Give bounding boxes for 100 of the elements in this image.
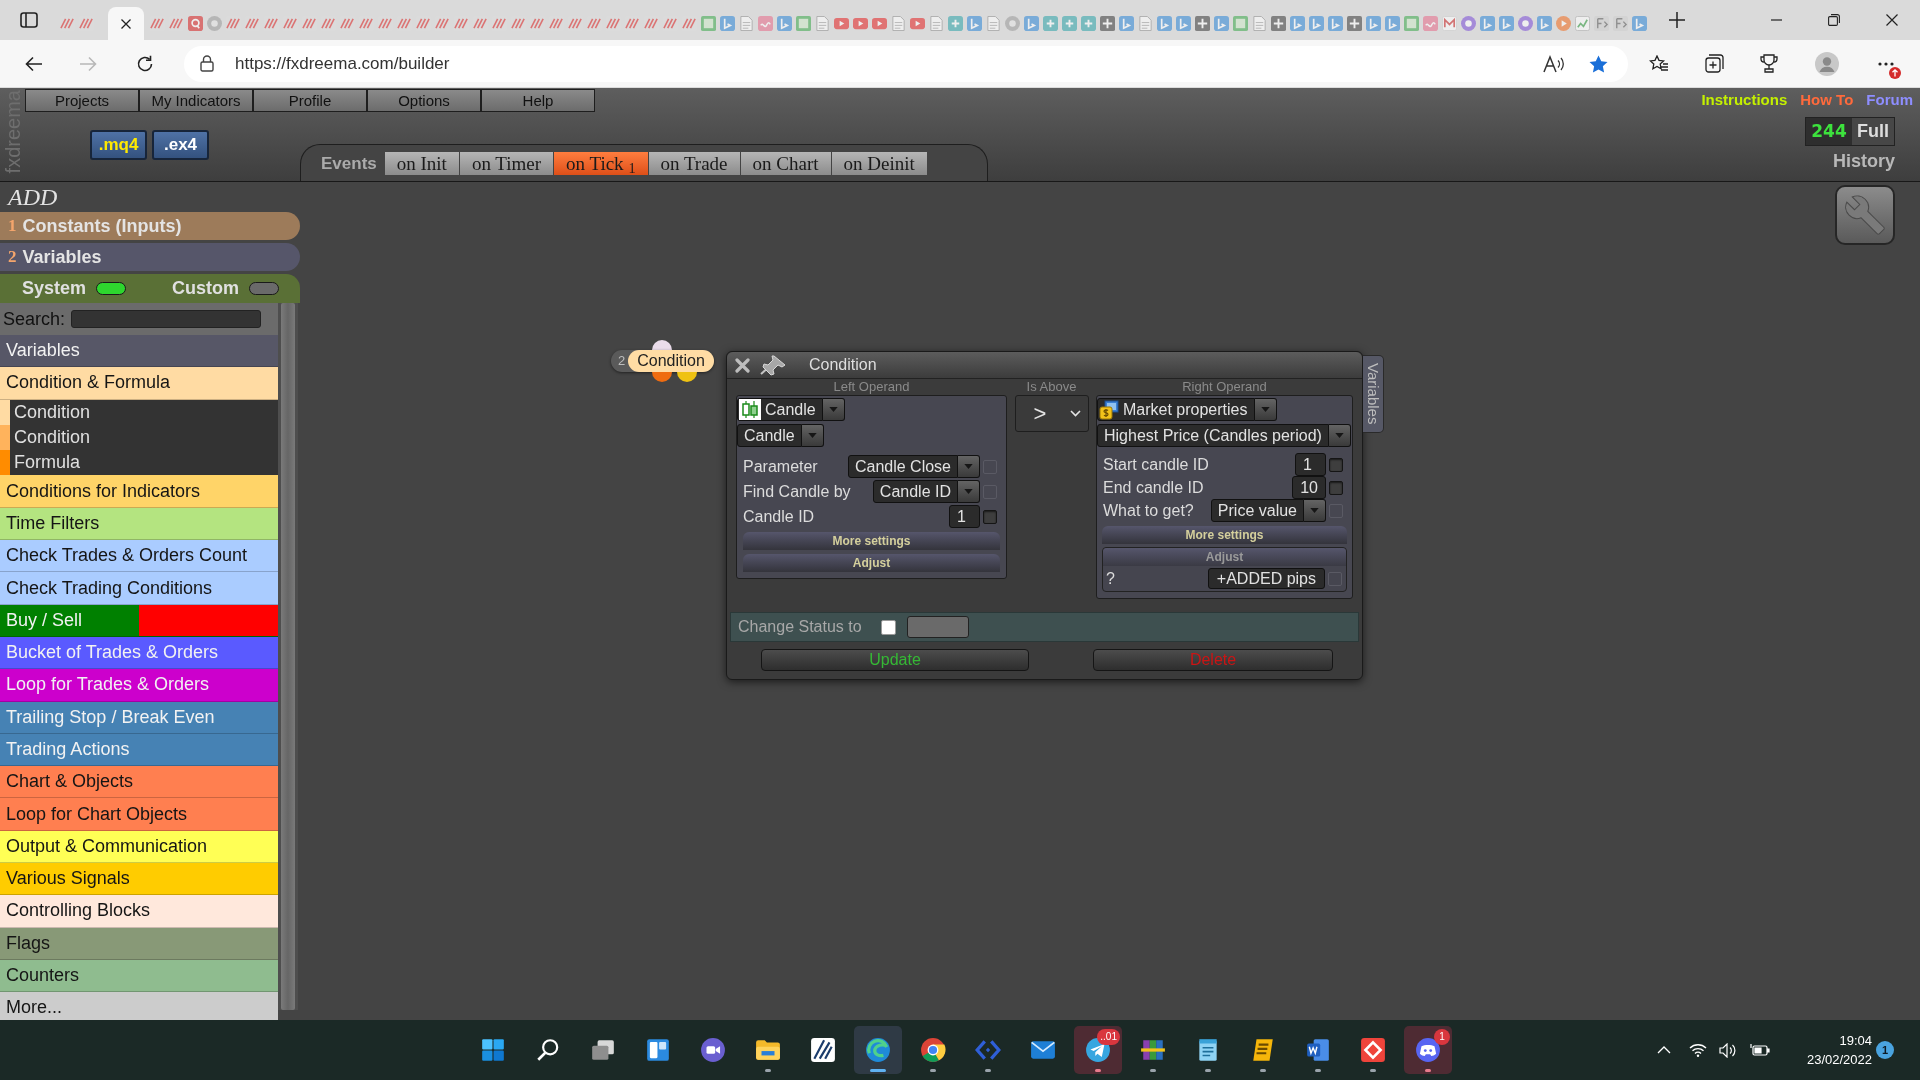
number-field[interactable]: 1 (1295, 453, 1326, 476)
checkbox[interactable] (1329, 457, 1343, 472)
update-button[interactable]: Update (761, 649, 1029, 671)
section-button[interactable]: 2 Variables (0, 243, 300, 271)
close-icon[interactable] (121, 18, 131, 29)
collections-icon (1704, 54, 1724, 73)
event-tab[interactable]: on Timer (459, 152, 555, 175)
dropdown[interactable]: Candle (737, 398, 823, 421)
sidebar-category[interactable]: Output & Communication (0, 830, 278, 864)
wifi-icon[interactable] (1688, 1043, 1707, 1057)
event-tab[interactable]: on Trade (648, 152, 741, 175)
pin-icon[interactable] (759, 354, 787, 376)
menu-button[interactable]: My Indicators (139, 89, 253, 112)
clock-date[interactable]: 23/02/2022 (1806, 1050, 1872, 1069)
read-aloud-icon[interactable] (1543, 54, 1565, 73)
sidebar-category[interactable]: More... (0, 992, 278, 1020)
field-label: End candle ID (1103, 477, 1205, 498)
folder-icon (755, 1037, 781, 1063)
sidebar-category[interactable]: Bucket of Trades & Orders (0, 636, 278, 670)
sidebar-item[interactable]: Formula (0, 450, 278, 476)
site-favicon-icon (454, 16, 469, 31)
checkbox[interactable] (1329, 480, 1343, 495)
dropdown-arrow-button[interactable] (1304, 499, 1326, 522)
menu-button[interactable]: Projects (25, 89, 139, 112)
menu-button[interactable]: Options (367, 89, 481, 112)
toggle-switch[interactable] (96, 282, 127, 295)
sidebar-category[interactable]: Conditions for Indicators (0, 475, 278, 508)
sidebar-category[interactable]: Loop for Chart Objects (0, 798, 278, 831)
number-field[interactable]: 1 (949, 505, 980, 528)
toggle-switch[interactable] (249, 282, 280, 295)
menu-button[interactable]: Profile (253, 89, 367, 112)
dropdown-arrow-button[interactable] (1254, 398, 1277, 421)
block-number: 2 (617, 352, 627, 371)
notification-count[interactable]: 1 (1876, 1041, 1894, 1059)
dropdown[interactable]: Highest Price (Candles period) (1097, 424, 1329, 447)
value-field[interactable]: +ADDED pips (1207, 568, 1325, 589)
dropdown[interactable]: Market properties (1097, 398, 1255, 421)
close-button[interactable] (733, 356, 751, 374)
flow-block[interactable]: 2 Condition (611, 350, 714, 372)
clock-time[interactable]: 19:04 (1839, 1031, 1872, 1050)
status-field[interactable] (907, 616, 969, 638)
checkbox[interactable] (983, 509, 997, 524)
more-dots-icon (1878, 61, 1894, 66)
taskbar-app[interactable]: ..01 (1074, 1026, 1122, 1074)
sidebar-category[interactable]: Trailing Stop / Break Even (0, 701, 278, 734)
settings-button[interactable] (1835, 185, 1895, 245)
sidebar-category[interactable]: Check Trading Conditions (0, 572, 278, 605)
sidebar-category[interactable]: Loop for Trades & Orders (0, 669, 278, 702)
search-field[interactable] (71, 310, 262, 328)
side-tab[interactable]: Variables (1363, 355, 1384, 433)
dropdown-arrow-button[interactable] (958, 455, 980, 478)
sidebar-category[interactable]: Various Signals (0, 863, 278, 896)
volume-icon[interactable] (1718, 1042, 1737, 1058)
counter-label[interactable]: Full (1852, 118, 1894, 145)
sidebar-category[interactable]: Controlling Blocks (0, 895, 278, 928)
header-link[interactable]: Instructions (1701, 88, 1788, 112)
taskbar-app[interactable] (854, 1026, 902, 1074)
dropdown[interactable]: Candle (737, 424, 802, 447)
tab-actions-icon[interactable] (20, 12, 38, 28)
more-settings-button[interactable]: More settings (743, 532, 1000, 550)
sidebar-category[interactable]: Trading Actions (0, 733, 278, 767)
sidebar-category[interactable]: Time Filters (0, 507, 278, 541)
dropdown-arrow-button[interactable] (958, 480, 980, 503)
taskbar-app[interactable]: 1 (1404, 1026, 1452, 1074)
dropdown[interactable]: Price value (1210, 499, 1304, 522)
event-tab[interactable]: on Chart (740, 152, 832, 175)
sidebar-category[interactable]: Check Trades & Orders Count (0, 540, 278, 573)
menu-button[interactable]: Help (481, 89, 595, 112)
history-link[interactable]: History (1833, 150, 1895, 172)
address-bar[interactable]: https://fxdreema.com/builder (184, 45, 1628, 82)
event-tab[interactable]: on Init (384, 152, 460, 175)
sidebar-item[interactable]: Condition (0, 399, 278, 425)
sidebar-category[interactable]: Flags (0, 927, 278, 960)
dropdown-arrow-button[interactable] (822, 398, 845, 421)
notification-badge: ..01 (1097, 1029, 1120, 1045)
dropdown[interactable]: Candle ID (872, 480, 958, 503)
more-settings-button[interactable]: More settings (1102, 526, 1347, 544)
sidebar-category[interactable]: Buy / Sell (0, 604, 278, 637)
chevron-up-icon[interactable] (1656, 1046, 1671, 1054)
sidebar-category[interactable]: Chart & Objects (0, 766, 278, 799)
number-field[interactable]: 10 (1292, 476, 1326, 499)
export-button[interactable]: .mq4 (90, 130, 147, 160)
counter-value: 244 (1806, 118, 1852, 145)
event-tab[interactable]: on Tick $_{1}$ (554, 152, 649, 175)
battery-charging-icon[interactable] (1749, 1043, 1770, 1057)
operator-dropdown[interactable]: > (1014, 395, 1089, 432)
dropdown[interactable]: Candle Close (847, 455, 958, 478)
adjust-button[interactable]: Adjust (743, 554, 1000, 572)
export-button[interactable]: .ex4 (152, 130, 209, 160)
sidebar-category[interactable]: Condition & Formula (0, 367, 278, 400)
sidebar-item[interactable]: Condition (0, 424, 278, 451)
dropdown-arrow-button[interactable] (1328, 424, 1351, 447)
dropdown-arrow-button[interactable] (801, 424, 824, 447)
sidebar-category[interactable]: Counters (0, 959, 278, 993)
site-favicon-icon (1119, 16, 1134, 31)
sidebar-category[interactable]: Variables (0, 335, 278, 368)
event-tab[interactable]: on Deinit (831, 152, 928, 175)
favorite-star-icon[interactable] (1589, 54, 1608, 73)
site-favicon-icon (1347, 16, 1362, 31)
checkbox[interactable] (881, 619, 896, 635)
